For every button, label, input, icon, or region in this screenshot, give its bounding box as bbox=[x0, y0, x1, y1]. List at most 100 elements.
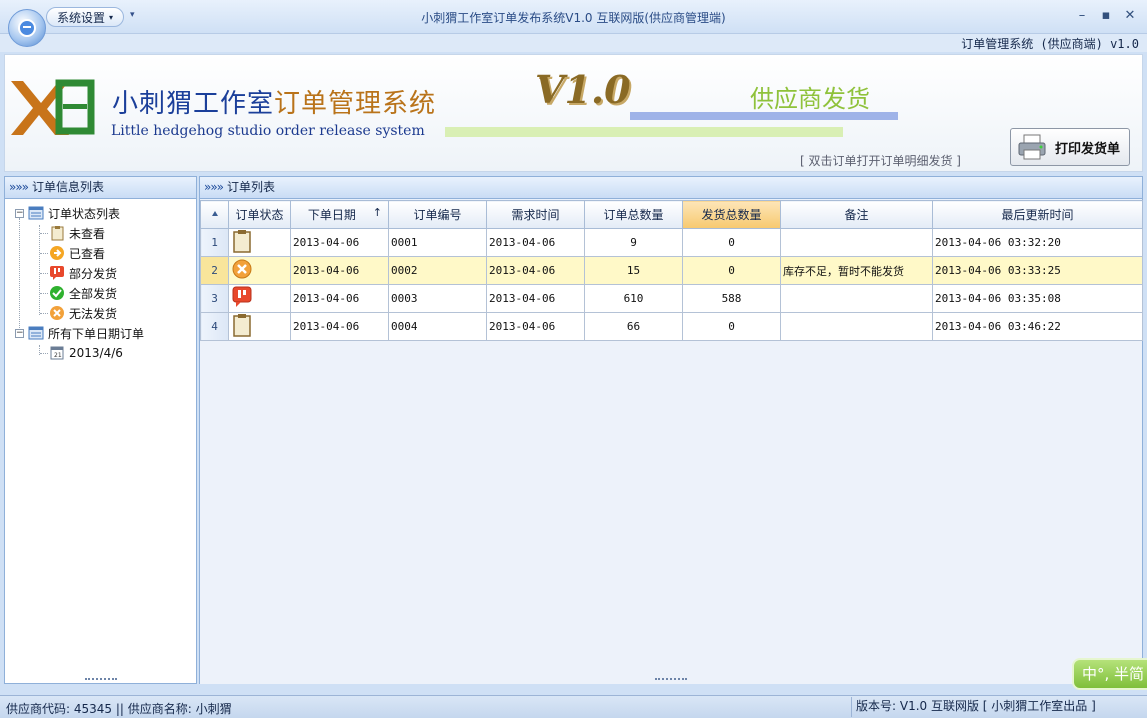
cannot-ship-icon bbox=[232, 259, 252, 279]
order-date-cell: 2013-04-06 bbox=[290, 284, 389, 313]
tree-node-all-shipped[interactable]: 全部发货 bbox=[5, 283, 196, 303]
table-row[interactable]: 4 2013-04-06 0004 2013-04-06 66 0 2013-0… bbox=[200, 312, 1143, 341]
need-date-cell: 2013-04-06 bbox=[486, 256, 585, 285]
status-cell bbox=[228, 228, 291, 257]
table-row[interactable]: 1 2013-04-06 0001 2013-04-06 9 0 2013-04… bbox=[200, 228, 1143, 257]
updated-cell: 2013-04-06 03:46:22 bbox=[932, 312, 1143, 341]
calendar-icon: 21 bbox=[49, 345, 65, 361]
order-date-cell: 2013-04-06 bbox=[290, 256, 389, 285]
resize-grip[interactable] bbox=[84, 678, 117, 683]
order-date-cell: 2013-04-06 bbox=[290, 312, 389, 341]
svg-text:21: 21 bbox=[54, 352, 62, 359]
ime-indicator[interactable]: 中°, 半简 bbox=[1072, 658, 1147, 690]
shipped-qty-cell: 0 bbox=[682, 312, 781, 341]
system-title-en: Little hedgehog studio order release sys… bbox=[111, 123, 425, 139]
title-bar: 系统设置 ▾ ▾ 小刺猬工作室订单发布系统V1.0 互联网版(供应商管理端) –… bbox=[0, 0, 1147, 34]
subtitle-strip: 订单管理系统 (供应商端) v1.0 bbox=[0, 34, 1147, 52]
order-info-panel: »»» 订单信息列表 − 订单状态列表 未查看 已查看 部分发货 全部发货 无法… bbox=[4, 176, 197, 684]
order-no-cell: 0004 bbox=[388, 312, 487, 341]
updated-cell: 2013-04-06 03:35:08 bbox=[932, 284, 1143, 313]
table-row[interactable]: 3 2013-04-06 0003 2013-04-06 610 588 201… bbox=[200, 284, 1143, 313]
tree-node-partial-ship[interactable]: 部分发货 bbox=[5, 263, 196, 283]
tree-connector bbox=[40, 353, 48, 354]
clipboard-icon bbox=[49, 225, 65, 241]
tree-label-viewed: 已查看 bbox=[69, 246, 106, 261]
tree-label-cannot-ship: 无法发货 bbox=[69, 306, 118, 321]
tree-node-viewed[interactable]: 已查看 bbox=[5, 243, 196, 263]
tree-label-date: 2013/4/6 bbox=[69, 346, 123, 360]
row-number[interactable]: 3 bbox=[200, 284, 229, 313]
column-header-order-no[interactable]: 订单编号 bbox=[388, 200, 487, 229]
panel-chevron-icon: »»» bbox=[204, 180, 224, 194]
order-list-panel: »»» 订单列表 订单状态 下单日期 ↑ 订单编号 需求时间 订单总数量 发货总数量… bbox=[199, 176, 1143, 684]
remark-cell bbox=[780, 228, 933, 257]
order-tree: − 订单状态列表 未查看 已查看 部分发货 全部发货 无法发货 − 所有下单日期… bbox=[5, 199, 196, 363]
print-delivery-label: 打印发货单 bbox=[1055, 141, 1121, 157]
tree-connector bbox=[40, 313, 48, 314]
remark-cell bbox=[780, 284, 933, 313]
row-number[interactable]: 1 bbox=[200, 228, 229, 257]
order-table: 订单状态 下单日期 ↑ 订单编号 需求时间 订单总数量 发货总数量 备注 最后更新… bbox=[200, 200, 1143, 341]
tree-node-all-dates[interactable]: − 所有下单日期订单 bbox=[5, 323, 196, 343]
column-header-need-date[interactable]: 需求时间 bbox=[486, 200, 585, 229]
status-cell bbox=[228, 284, 291, 313]
order-info-panel-header: »»» 订单信息列表 bbox=[5, 177, 196, 199]
banner-stripe-green bbox=[445, 127, 843, 137]
tree-node-date[interactable]: 21 2013/4/6 bbox=[5, 343, 196, 363]
shipped-qty-cell: 588 bbox=[682, 284, 781, 313]
title-part-system: 订单管理系统 bbox=[274, 89, 437, 119]
remark-cell bbox=[780, 312, 933, 341]
minimize-icon[interactable]: – bbox=[1072, 8, 1092, 24]
list-icon bbox=[28, 205, 44, 221]
clipboard-icon bbox=[233, 230, 251, 253]
column-header-order-date-label: 下单日期 bbox=[307, 208, 356, 222]
double-click-hint: [ 双击订单打开订单明细发货 ] bbox=[800, 154, 961, 168]
column-header-order-date[interactable]: 下单日期 ↑ bbox=[290, 200, 389, 229]
updated-cell: 2013-04-06 03:32:20 bbox=[932, 228, 1143, 257]
tree-connector bbox=[40, 233, 48, 234]
panel-chevron-icon: »»» bbox=[9, 180, 29, 194]
tree-label-partial-ship: 部分发货 bbox=[69, 266, 118, 281]
partial-ship-icon bbox=[232, 286, 252, 307]
app-subtitle: 订单管理系统 (供应商端) v1.0 bbox=[961, 37, 1139, 51]
collapse-icon[interactable]: − bbox=[15, 328, 24, 338]
cannot-ship-icon bbox=[49, 305, 65, 321]
need-date-cell: 2013-04-06 bbox=[486, 312, 585, 341]
column-header-updated[interactable]: 最后更新时间 bbox=[932, 200, 1143, 229]
status-cell bbox=[228, 256, 291, 285]
column-header-shipped-qty[interactable]: 发货总数量 bbox=[682, 200, 781, 229]
tree-connector bbox=[40, 293, 48, 294]
need-date-cell: 2013-04-06 bbox=[486, 228, 585, 257]
print-delivery-button[interactable]: 打印发货单 bbox=[1010, 128, 1130, 166]
row-number[interactable]: 2 bbox=[200, 256, 229, 285]
app-menu-icon bbox=[18, 19, 36, 37]
partial-ship-icon bbox=[49, 265, 65, 281]
table-header-row: 订单状态 下单日期 ↑ 订单编号 需求时间 订单总数量 发货总数量 备注 最后更新… bbox=[200, 200, 1143, 229]
application-orb-button[interactable] bbox=[8, 9, 46, 47]
row-selector-header[interactable] bbox=[200, 200, 229, 229]
tree-label-all-shipped: 全部发货 bbox=[69, 286, 118, 301]
updated-cell: 2013-04-06 03:33:25 bbox=[932, 256, 1143, 285]
column-header-remark[interactable]: 备注 bbox=[780, 200, 933, 229]
row-number[interactable]: 4 bbox=[200, 312, 229, 341]
order-no-cell: 0003 bbox=[388, 284, 487, 313]
check-circle-icon bbox=[49, 285, 65, 301]
table-row[interactable]: 2 2013-04-06 0002 2013-04-06 15 0 库存不足，暂… bbox=[200, 256, 1143, 285]
tree-node-cannot-ship[interactable]: 无法发货 bbox=[5, 303, 196, 323]
column-header-total-qty[interactable]: 订单总数量 bbox=[584, 200, 683, 229]
version-logo: V1.0 bbox=[535, 67, 631, 112]
order-no-cell: 0001 bbox=[388, 228, 487, 257]
order-no-cell: 0002 bbox=[388, 256, 487, 285]
tree-node-order-status[interactable]: − 订单状态列表 bbox=[5, 203, 196, 223]
title-part-studio: 小刺猬工作室 bbox=[112, 89, 275, 119]
close-icon[interactable]: ✕ bbox=[1120, 8, 1140, 24]
window-title: 小刺猬工作室订单发布系统V1.0 互联网版(供应商管理端) bbox=[421, 11, 726, 25]
resize-grip[interactable] bbox=[655, 678, 687, 683]
column-header-status[interactable]: 订单状态 bbox=[228, 200, 291, 229]
sort-ascending-icon: ↑ bbox=[372, 206, 382, 219]
collapse-icon[interactable]: − bbox=[15, 208, 24, 218]
tree-connector bbox=[40, 253, 48, 254]
tree-node-unviewed[interactable]: 未查看 bbox=[5, 223, 196, 243]
maximize-icon[interactable]: ▪ bbox=[1096, 8, 1116, 24]
arrow-right-circle-icon bbox=[49, 245, 65, 261]
